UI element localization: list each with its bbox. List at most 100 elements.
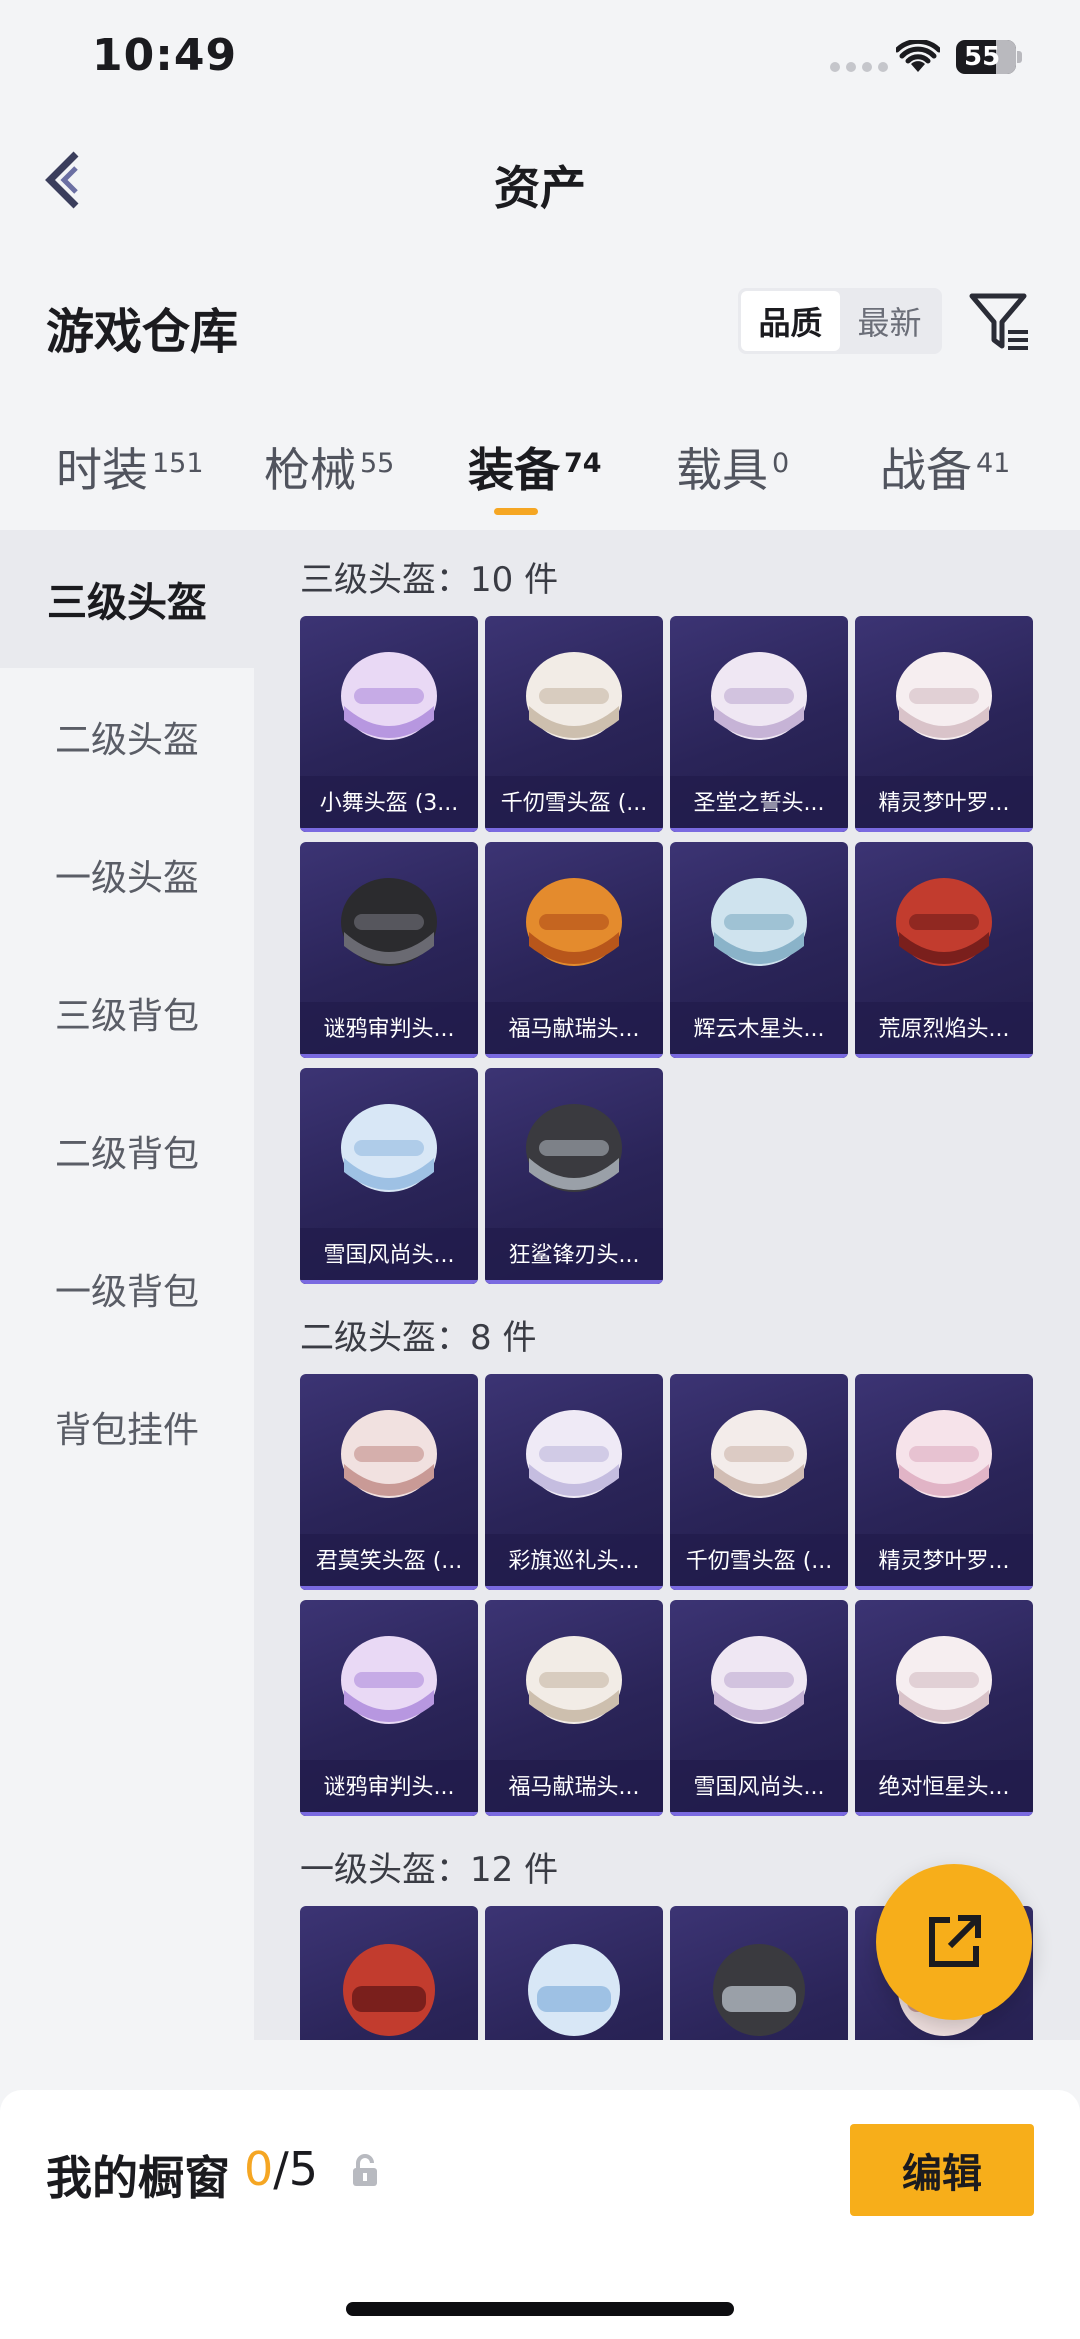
lock-icon	[353, 2154, 377, 2186]
item-card[interactable]	[670, 1906, 848, 2040]
sort-quality-button[interactable]: 品质	[741, 291, 840, 351]
item-name: 精灵梦叶罗...	[855, 776, 1033, 832]
category-sidebar: 三级头盔 二级头盔 一级头盔 三级背包 二级背包 一级背包 背包挂件	[0, 530, 254, 2040]
item-name: 福马献瑞头...	[485, 1002, 663, 1058]
tab-label: 载具	[676, 443, 768, 497]
item-name: 君莫笑头盔 (...	[300, 1534, 478, 1590]
item-name: 辉云木星头...	[670, 1002, 848, 1058]
item-card[interactable]	[485, 1906, 663, 2040]
item-name: 小舞头盔 (3...	[300, 776, 478, 832]
showcase-label: 我的橱窗	[46, 2151, 230, 2205]
battery-level: 55	[964, 42, 1001, 72]
helmet-icon	[341, 1410, 437, 1498]
tab-vehicles[interactable]: 载具 0	[676, 434, 789, 500]
helmet-icon	[341, 878, 437, 966]
item-card[interactable]: 雪国风尚头...	[300, 1068, 478, 1284]
edit-button[interactable]: 编辑	[850, 2124, 1034, 2216]
helmet-icon	[711, 652, 807, 740]
helmet-icon	[526, 878, 622, 966]
sidebar-item-level3-backpack[interactable]: 三级背包	[0, 944, 254, 1082]
tab-count: 151	[152, 448, 204, 479]
battery-icon: 55	[956, 40, 1022, 74]
status-bar: 10:49 55	[0, 0, 1080, 120]
tab-label: 装备	[468, 443, 560, 497]
tab-guns[interactable]: 枪械 55	[264, 434, 394, 500]
helmet-icon	[896, 1636, 992, 1724]
group-title: 三级头盔：10 件	[300, 560, 559, 600]
item-name: 谜鸦审判头...	[300, 1002, 478, 1058]
item-name: 精灵梦叶罗...	[855, 1534, 1033, 1590]
tab-count: 55	[360, 448, 395, 479]
showcase-count-total: /5	[273, 2142, 319, 2196]
helmet-icon	[341, 652, 437, 740]
item-name: 谜鸦审判头...	[300, 1760, 478, 1816]
sidebar-item-level2-helmet[interactable]: 二级头盔	[0, 668, 254, 806]
sidebar-item-level1-helmet[interactable]: 一级头盔	[0, 806, 254, 944]
tab-fashion[interactable]: 时装 151	[56, 434, 204, 500]
tab-label: 时装	[56, 443, 148, 497]
item-name: 圣堂之誓头...	[670, 776, 848, 832]
helmet-icon	[341, 1636, 437, 1724]
item-card[interactable]: 千仞雪头盔 (...	[670, 1374, 848, 1590]
helmet-icon	[526, 1104, 622, 1192]
helmet-icon	[713, 1944, 805, 2036]
sort-toggle: 品质 最新	[738, 288, 942, 354]
item-name: 彩旗巡礼头...	[485, 1534, 663, 1590]
item-name: 荒原烈焰头...	[855, 1002, 1033, 1058]
sidebar-item-level1-backpack[interactable]: 一级背包	[0, 1220, 254, 1358]
sidebar-item-level2-backpack[interactable]: 二级背包	[0, 1082, 254, 1220]
status-time: 10:49	[92, 30, 238, 81]
sidebar-item-level3-helmet[interactable]: 三级头盔	[0, 530, 254, 668]
item-card[interactable]: 君莫笑头盔 (...	[300, 1374, 478, 1590]
nav-bar: 资产	[0, 130, 1080, 230]
helmet-icon	[711, 1410, 807, 1498]
item-card[interactable]: 彩旗巡礼头...	[485, 1374, 663, 1590]
sidebar-item-backpack-charm[interactable]: 背包挂件	[0, 1358, 254, 1496]
tab-gear[interactable]: 战备 41	[880, 434, 1010, 500]
group-title: 一级头盔：12 件	[300, 1850, 559, 1890]
group-title: 二级头盔：8 件	[300, 1318, 537, 1358]
share-button[interactable]	[876, 1864, 1032, 2020]
item-card[interactable]: 谜鸦审判头...	[300, 842, 478, 1058]
item-name: 福马献瑞头...	[485, 1760, 663, 1816]
item-card[interactable]: 荒原烈焰头...	[855, 842, 1033, 1058]
item-card[interactable]: 福马献瑞头...	[485, 1600, 663, 1816]
tab-label: 枪械	[264, 443, 356, 497]
tab-equipment[interactable]: 装备 74	[468, 434, 602, 500]
helmet-icon	[341, 1104, 437, 1192]
helmet-icon	[526, 652, 622, 740]
item-card[interactable]: 绝对恒星头...	[855, 1600, 1033, 1816]
item-card[interactable]: 辉云木星头...	[670, 842, 848, 1058]
item-card[interactable]: 千仞雪头盔 (...	[485, 616, 663, 832]
item-card[interactable]: 雪国风尚头...	[670, 1600, 848, 1816]
share-icon	[929, 1915, 981, 1967]
tab-count: 74	[564, 448, 602, 479]
wifi-icon	[896, 40, 940, 72]
item-name: 雪国风尚头...	[670, 1760, 848, 1816]
tab-label: 战备	[880, 443, 972, 497]
item-card[interactable]	[300, 1906, 478, 2040]
tab-count: 0	[772, 448, 790, 479]
item-name: 千仞雪头盔 (...	[485, 776, 663, 832]
item-card[interactable]: 狂鲨锋刃头...	[485, 1068, 663, 1284]
section-title: 游戏仓库	[46, 304, 239, 360]
item-card[interactable]: 精灵梦叶罗...	[855, 616, 1033, 832]
helmet-icon	[526, 1636, 622, 1724]
item-name: 雪国风尚头...	[300, 1228, 478, 1284]
item-name: 狂鲨锋刃头...	[485, 1228, 663, 1284]
showcase-count: 0/5	[244, 2142, 318, 2196]
sort-latest-button[interactable]: 最新	[840, 291, 939, 351]
item-card[interactable]: 精灵梦叶罗...	[855, 1374, 1033, 1590]
item-card[interactable]: 圣堂之誓头...	[670, 616, 848, 832]
helmet-icon	[896, 1410, 992, 1498]
filter-icon[interactable]	[968, 290, 1032, 354]
item-card[interactable]: 小舞头盔 (3...	[300, 616, 478, 832]
item-card[interactable]: 谜鸦审判头...	[300, 1600, 478, 1816]
helmet-icon	[343, 1944, 435, 2036]
active-tab-indicator	[494, 508, 538, 515]
item-card[interactable]: 福马献瑞头...	[485, 842, 663, 1058]
item-name: 绝对恒星头...	[855, 1760, 1033, 1816]
helmet-icon	[528, 1944, 620, 2036]
item-name: 千仞雪头盔 (...	[670, 1534, 848, 1590]
home-indicator	[346, 2302, 734, 2316]
